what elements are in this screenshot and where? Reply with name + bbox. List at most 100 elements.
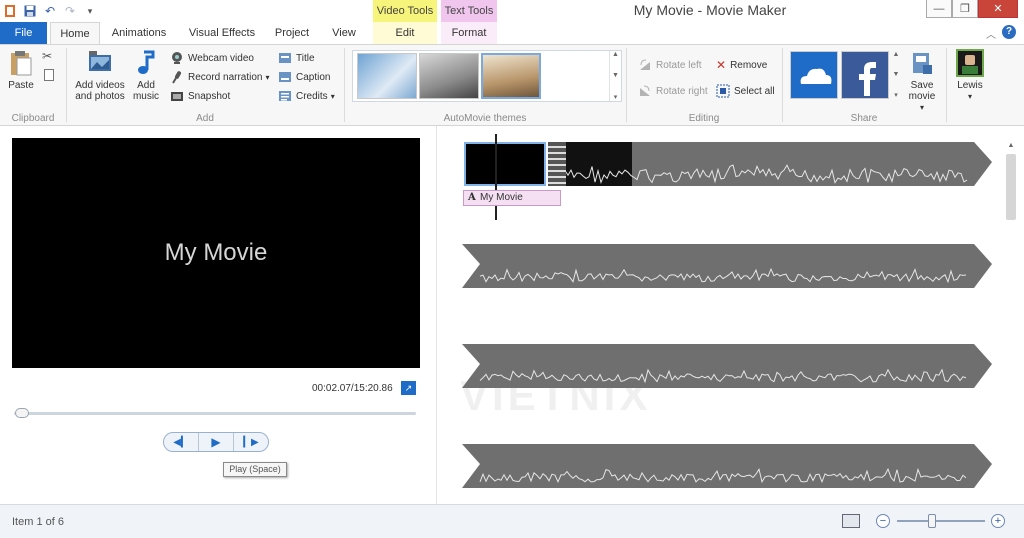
minimize-button[interactable]: —: [926, 0, 952, 18]
tab-animations[interactable]: Animations: [106, 22, 172, 44]
scroll-thumb[interactable]: [1006, 154, 1016, 220]
theme-thumbnail-sepia[interactable]: [481, 53, 541, 99]
caption-clip[interactable]: A My Movie: [463, 190, 561, 206]
tab-file[interactable]: File: [0, 22, 47, 44]
seek-bar[interactable]: [14, 408, 416, 418]
zoom-out-icon[interactable]: −: [876, 514, 890, 528]
avatar: [956, 49, 984, 77]
rotate-left-button[interactable]: Rotate left: [638, 57, 702, 73]
select-all-button[interactable]: Select all: [716, 83, 775, 99]
add-videos-photos-icon: [89, 51, 111, 71]
tab-home[interactable]: Home: [50, 22, 100, 45]
gallery-up-icon[interactable]: ▲: [612, 51, 619, 58]
share-gallery-scroll[interactable]: ▲ ▼ ▾: [891, 51, 901, 99]
snapshot-icon: [171, 92, 183, 101]
timecode: 00:02.07/15:20.86: [312, 383, 393, 394]
snapshot-button[interactable]: Snapshot: [170, 88, 230, 104]
tab-edit[interactable]: Edit: [373, 22, 437, 44]
copy-icon[interactable]: [44, 69, 54, 81]
onedrive-tile[interactable]: [790, 51, 838, 99]
account-button[interactable]: Lewis ▾: [952, 49, 988, 102]
webcam-video-button[interactable]: Webcam video: [170, 50, 254, 66]
group-divider: [946, 48, 947, 122]
share-group-label: Share: [850, 113, 878, 124]
customize-qat-icon[interactable]: ▾: [80, 2, 100, 20]
tab-visual-effects[interactable]: Visual Effects: [182, 22, 262, 44]
add-music-label-2: music: [132, 91, 160, 102]
credits-button[interactable]: Credits ▾: [278, 88, 335, 104]
previous-frame-button[interactable]: ◀▎: [164, 433, 199, 451]
help-icon[interactable]: ?: [1002, 25, 1016, 39]
title-clip[interactable]: [464, 142, 546, 186]
themes-gallery: ▲ ▼ ▾: [352, 50, 622, 102]
ribbon-tab-bar: File Home Animations Visual Effects Proj…: [0, 22, 1024, 45]
rotate-left-label: Rotate left: [656, 59, 702, 71]
thumbnail-size-icon[interactable]: [842, 514, 860, 528]
title-button[interactable]: Title: [278, 50, 315, 66]
scroll-up-icon[interactable]: ▲: [1004, 142, 1018, 152]
redo-icon[interactable]: ↷: [60, 2, 80, 20]
movie-maker-window: ↶ ↷ ▾ Video Tools Text Tools My Movie - …: [0, 0, 1024, 538]
record-narration-label: Record narration: [188, 71, 263, 83]
playhead[interactable]: [495, 134, 497, 220]
add-videos-photos-button[interactable]: Add videos and photos: [72, 49, 128, 102]
tab-project[interactable]: Project: [268, 22, 316, 44]
select-all-icon: [716, 84, 730, 98]
theme-thumbnail-black-white[interactable]: [419, 53, 479, 99]
share-more-icon[interactable]: ▾: [894, 91, 898, 99]
zoom-slider[interactable]: [897, 520, 985, 522]
fullscreen-preview-icon[interactable]: ↗: [401, 381, 416, 395]
play-button[interactable]: ▶: [199, 433, 234, 451]
chevron-down-icon: ▾: [265, 72, 270, 82]
tab-view[interactable]: View: [324, 22, 364, 44]
automovie-themes-label: AutoMovie themes: [443, 113, 527, 124]
share-up-icon[interactable]: ▲: [893, 51, 900, 58]
select-all-label: Select all: [734, 85, 775, 97]
clip-transition-icon: [548, 142, 566, 186]
storyboard-row: [462, 342, 992, 388]
caption-button[interactable]: Caption: [278, 69, 330, 85]
gallery-scroll[interactable]: ▲ ▼ ▾: [609, 51, 621, 101]
remove-button[interactable]: ✕ Remove: [716, 57, 767, 73]
save-movie-button[interactable]: Save movie ▾: [904, 49, 940, 113]
caption-clip-label: My Movie: [480, 192, 523, 203]
caption-label: Caption: [296, 71, 331, 83]
save-movie-icon: [913, 53, 932, 74]
save-icon[interactable]: [20, 2, 40, 20]
save-movie-label-2: movie: [908, 91, 936, 102]
quick-access-toolbar: ↶ ↷ ▾: [0, 2, 100, 20]
tab-format[interactable]: Format: [441, 22, 497, 44]
paste-button[interactable]: Paste: [8, 49, 34, 91]
next-frame-button[interactable]: ▎▶: [234, 433, 268, 451]
zoom-in-icon[interactable]: +: [991, 514, 1005, 528]
theme-thumbnail-contemporary[interactable]: [357, 53, 417, 99]
cut-icon[interactable]: ✂: [42, 49, 52, 63]
app-icon[interactable]: [0, 2, 20, 20]
facebook-tile[interactable]: [841, 51, 889, 99]
title-icon: [279, 53, 291, 63]
add-videos-label-1: Add videos: [75, 80, 125, 91]
gallery-down-icon[interactable]: ▼: [612, 72, 619, 79]
account-name: Lewis: [957, 80, 983, 91]
rotate-left-icon: [640, 59, 650, 70]
close-button[interactable]: ✕: [978, 0, 1018, 18]
zoom-slider-thumb[interactable]: [928, 514, 936, 528]
status-text: Item 1 of 6: [12, 516, 64, 528]
snapshot-label: Snapshot: [188, 90, 231, 102]
preview-monitor[interactable]: My Movie: [12, 138, 420, 368]
record-narration-button[interactable]: Record narration ▾: [170, 69, 270, 85]
rotate-right-button[interactable]: Rotate right: [638, 83, 708, 99]
restore-button[interactable]: ❐: [952, 0, 978, 18]
undo-icon[interactable]: ↶: [40, 2, 60, 20]
editing-group-label: Editing: [688, 113, 720, 124]
pane-splitter[interactable]: [436, 126, 437, 504]
add-music-button[interactable]: Add music: [130, 49, 162, 102]
seek-thumb[interactable]: [15, 408, 29, 418]
chevron-down-icon: ▾: [919, 103, 924, 112]
webcam-icon: [172, 52, 182, 64]
storyboard-row: [462, 140, 992, 186]
gallery-more-icon[interactable]: ▾: [614, 93, 618, 101]
share-down-icon[interactable]: ▼: [893, 71, 900, 78]
minimize-ribbon-icon[interactable]: ︿: [986, 26, 996, 41]
storyboard-scrollbar[interactable]: ▲: [1004, 142, 1018, 500]
